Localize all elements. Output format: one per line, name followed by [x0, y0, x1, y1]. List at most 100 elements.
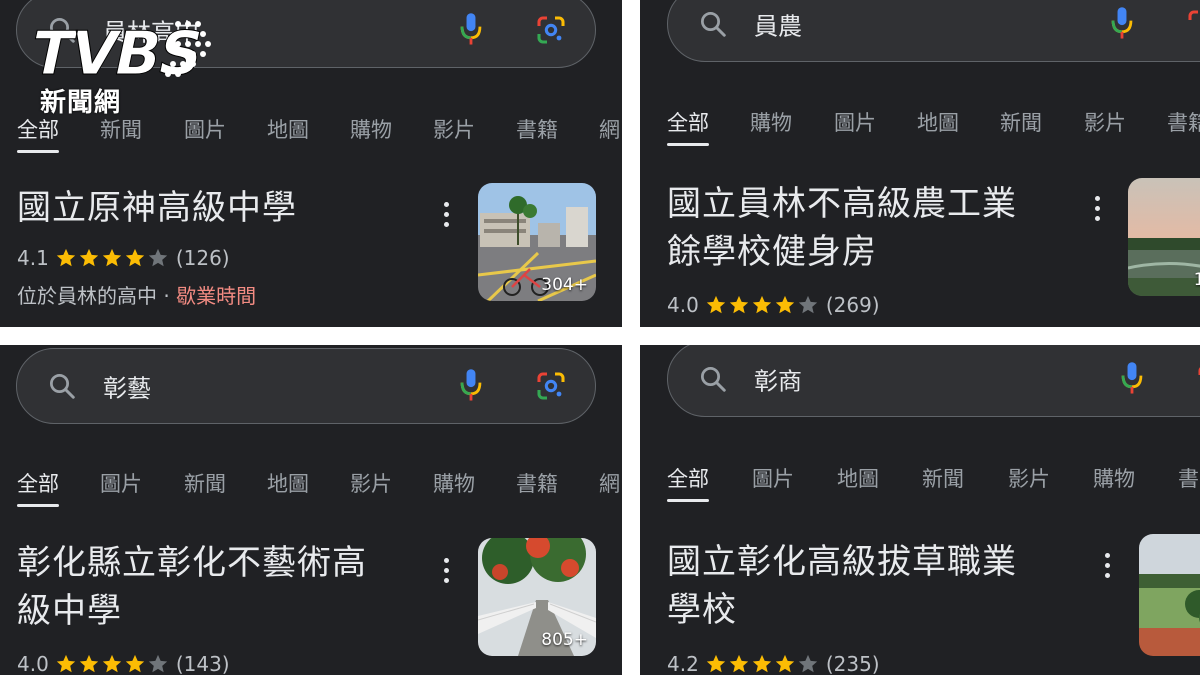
search-bar[interactable]: 彰藝 — [16, 348, 596, 424]
tab-images[interactable]: 圖片 — [184, 114, 226, 144]
more-options-icon[interactable] — [442, 558, 450, 583]
result-title-line[interactable]: 學校 — [667, 586, 1017, 634]
rating-value: 4.1 — [17, 246, 49, 270]
tab-all[interactable]: 全部 — [667, 107, 709, 146]
result-title-line[interactable]: 級中學 — [17, 587, 367, 635]
description-text: 位於員林的高中 · — [17, 284, 177, 308]
rating-value: 4.2 — [667, 652, 699, 675]
tab-maps[interactable]: 地圖 — [917, 107, 959, 137]
star-icon — [798, 295, 817, 314]
star-icon — [102, 248, 121, 267]
star-icon — [102, 654, 121, 673]
tab-books[interactable]: 書 — [1178, 463, 1199, 493]
rating-line: 4.2 (235) — [667, 652, 880, 675]
result-title[interactable]: 彰化縣立彰化不藝術高 級中學 — [17, 539, 367, 635]
search-bar[interactable]: 員農 — [667, 0, 1200, 62]
review-count[interactable]: (143) — [176, 652, 230, 675]
google-lens-icon[interactable] — [1186, 8, 1200, 40]
search-tabs: 全部 圖片 新聞 地圖 影片 購物 書籍 網 — [0, 468, 622, 508]
tab-images[interactable]: 圖片 — [100, 468, 142, 498]
tab-web[interactable]: 網 — [599, 114, 620, 144]
star-icon — [79, 654, 98, 673]
search-query[interactable]: 彰藝 — [103, 369, 151, 404]
campus-lake-image — [1128, 178, 1200, 296]
microphone-icon[interactable] — [457, 367, 485, 405]
search-tabs: 全部 新聞 圖片 地圖 購物 影片 書籍 網 — [0, 114, 622, 154]
microphone-icon[interactable] — [1108, 5, 1136, 43]
tab-videos[interactable]: 影片 — [1008, 463, 1050, 493]
photo-count: 1, — [1193, 270, 1200, 290]
sports-field-image — [1139, 534, 1200, 656]
star-icon — [706, 654, 725, 673]
google-lens-icon[interactable] — [1196, 363, 1200, 395]
review-count[interactable]: (269) — [826, 293, 880, 317]
tab-shopping[interactable]: 購物 — [750, 107, 792, 137]
result-title[interactable]: 國立彰化高級拔草職業 學校 — [667, 538, 1017, 634]
result-title-line[interactable]: 餘學校健身房 — [667, 228, 1017, 276]
tab-images[interactable]: 圖片 — [752, 463, 794, 493]
tab-news[interactable]: 新聞 — [184, 468, 226, 498]
result-title-line[interactable]: 國立員林不高級農工業 — [667, 180, 1017, 228]
result-title[interactable]: 國立員林不高級農工業 餘學校健身房 — [667, 180, 1017, 276]
rating-line: 4.0 (143) — [17, 652, 230, 675]
result-title-line[interactable]: 彰化縣立彰化不藝術高 — [17, 539, 367, 587]
tab-all[interactable]: 全部 — [17, 468, 59, 507]
tab-shopping[interactable]: 購物 — [433, 468, 475, 498]
tab-videos[interactable]: 影片 — [350, 468, 392, 498]
star-icon — [775, 295, 794, 314]
tab-videos[interactable]: 影片 — [1084, 107, 1126, 137]
tab-books[interactable]: 書籍 — [516, 468, 558, 498]
more-options-icon[interactable] — [442, 202, 450, 227]
tab-maps[interactable]: 地圖 — [267, 114, 309, 144]
result-title[interactable]: 國立原神高級中學 — [17, 184, 297, 232]
tab-books[interactable]: 書籍 — [1167, 107, 1200, 137]
microphone-icon[interactable] — [1118, 360, 1146, 398]
star-icon — [125, 248, 144, 267]
star-icon — [125, 654, 144, 673]
result-photo[interactable]: 1, — [1128, 178, 1200, 296]
tab-maps[interactable]: 地圖 — [837, 463, 879, 493]
star-icon — [706, 295, 725, 314]
more-options-icon[interactable] — [1103, 553, 1111, 578]
tab-shopping[interactable]: 購物 — [1093, 463, 1135, 493]
microphone-icon[interactable] — [457, 11, 485, 49]
result-title-line[interactable]: 國立彰化高級拔草職業 — [667, 538, 1017, 586]
star-rating — [705, 294, 820, 316]
tab-maps[interactable]: 地圖 — [267, 468, 309, 498]
star-icon — [148, 248, 167, 267]
tab-images[interactable]: 圖片 — [834, 107, 876, 137]
result-photo[interactable]: 805+ — [478, 538, 596, 656]
photo-count: 805+ — [541, 630, 588, 650]
search-icon — [50, 374, 75, 399]
tab-shopping[interactable]: 購物 — [350, 114, 392, 144]
search-query[interactable]: 彰商 — [754, 362, 802, 397]
tab-videos[interactable]: 影片 — [433, 114, 475, 144]
star-icon — [752, 654, 771, 673]
result-photo[interactable]: 304+ — [478, 183, 596, 301]
search-query[interactable]: 員農 — [754, 7, 802, 42]
star-rating — [55, 247, 170, 269]
more-options-icon[interactable] — [1093, 196, 1101, 221]
star-icon — [56, 248, 75, 267]
search-panel-4: 彰商 全部 圖片 地圖 新聞 影片 購物 書 國立彰化高級拔草職業 學校 4.2… — [640, 345, 1200, 675]
star-icon — [729, 654, 748, 673]
review-count[interactable]: (235) — [826, 652, 880, 675]
google-lens-icon[interactable] — [535, 14, 567, 46]
tab-all[interactable]: 全部 — [667, 463, 709, 502]
result-title-line[interactable]: 國立原神高級中學 — [17, 184, 297, 232]
search-bar[interactable]: 彰商 — [667, 345, 1200, 417]
review-count[interactable]: (126) — [176, 246, 230, 270]
google-lens-icon[interactable] — [535, 370, 567, 402]
tab-web[interactable]: 網 — [599, 468, 620, 498]
tab-news[interactable]: 新聞 — [1000, 107, 1042, 137]
star-icon — [729, 295, 748, 314]
rating-line: 4.1 (126) — [17, 246, 230, 270]
search-panel-3: 彰藝 全部 圖片 新聞 地圖 影片 購物 書籍 網 彰化縣立彰化不藝術高 級中學… — [0, 345, 622, 675]
rating-line: 4.0 (269) — [667, 293, 880, 317]
star-rating — [55, 653, 170, 675]
search-tabs: 全部 購物 圖片 地圖 新聞 影片 書籍 — [640, 107, 1200, 147]
result-photo[interactable] — [1139, 534, 1200, 656]
tab-books[interactable]: 書籍 — [516, 114, 558, 144]
tab-news[interactable]: 新聞 — [922, 463, 964, 493]
search-icon — [701, 12, 726, 37]
